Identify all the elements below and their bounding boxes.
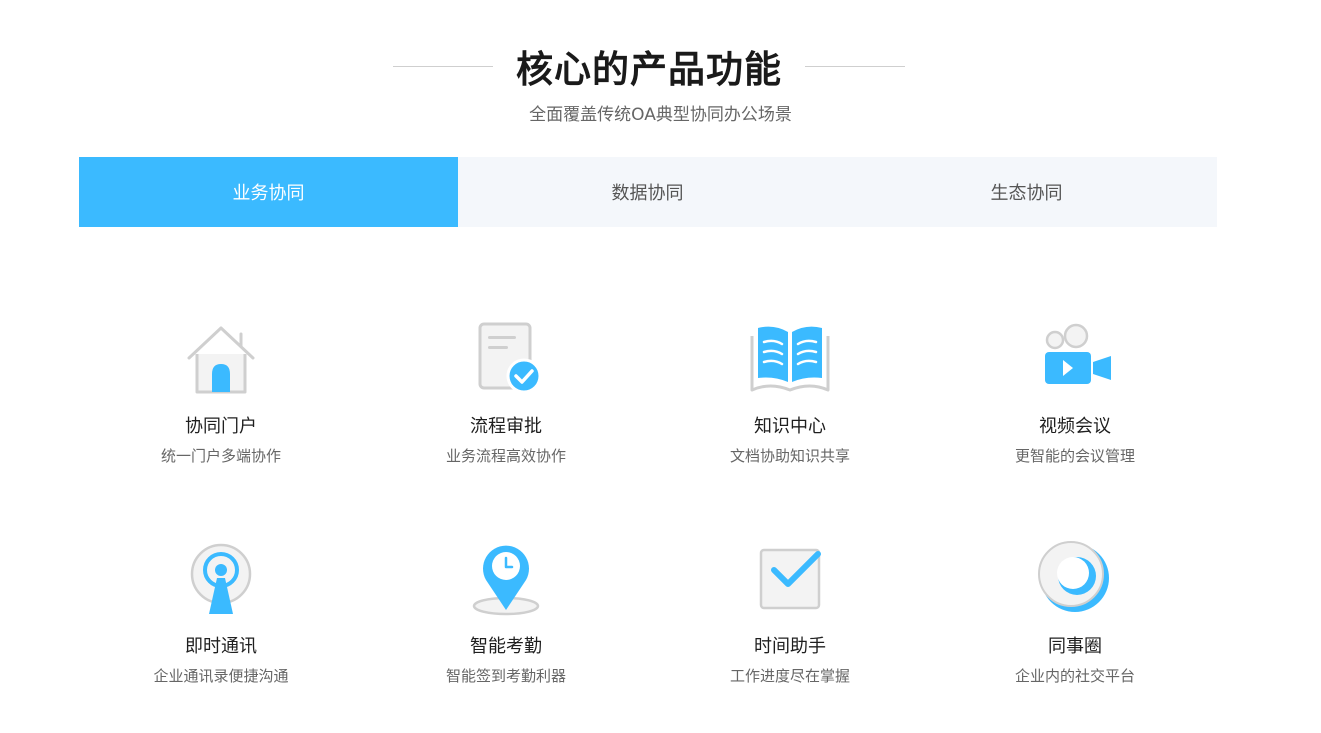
- feature-desc: 更智能的会议管理: [1014, 447, 1135, 465]
- feature-title: 即时通讯: [185, 636, 257, 657]
- feature-approval[interactable]: 流程审批 业务流程高效协作: [364, 320, 648, 466]
- feature-title: 时间助手: [754, 636, 826, 657]
- tab-ecosystem[interactable]: 生态协同: [837, 157, 1216, 227]
- open-book-icon: [748, 320, 832, 396]
- feature-desc: 企业内的社交平台: [1014, 667, 1135, 685]
- title-row: 核心的产品功能: [393, 42, 905, 91]
- tab-bar: 业务协同 数据协同 生态协同: [79, 157, 1217, 227]
- feature-knowledge[interactable]: 知识中心 文档协助知识共享: [648, 320, 932, 466]
- house-icon: [179, 320, 263, 396]
- feature-desc: 企业通讯录便捷沟通: [153, 667, 289, 685]
- section-header: 核心的产品功能 全面覆盖传统OA典型协同办公场景: [0, 0, 1321, 140]
- feature-desc: 统一门户多端协作: [160, 447, 281, 465]
- feature-desc: 智能签到考勤利器: [445, 667, 566, 685]
- feature-time-assistant[interactable]: 时间助手 工作进度尽在掌握: [648, 540, 932, 686]
- feature-title: 同事圈: [1048, 636, 1102, 657]
- feature-video-meeting[interactable]: 视频会议 更智能的会议管理: [933, 320, 1217, 466]
- feature-title: 协同门户: [185, 416, 257, 437]
- feature-attendance[interactable]: 智能考勤 智能签到考勤利器: [364, 540, 648, 686]
- feature-title: 知识中心: [754, 416, 826, 437]
- page-title: 核心的产品功能: [516, 48, 782, 91]
- page-subtitle: 全面覆盖传统OA典型协同办公场景: [529, 105, 792, 125]
- checkbox-icon: [748, 540, 832, 616]
- feature-desc: 业务流程高效协作: [445, 447, 566, 465]
- title-divider-right: [805, 65, 905, 67]
- feature-instant-messaging[interactable]: 即时通讯 企业通讯录便捷沟通: [79, 540, 363, 686]
- location-clock-icon: [464, 540, 548, 616]
- feature-colleague-circle[interactable]: 同事圈 企业内的社交平台: [933, 540, 1217, 686]
- video-camera-icon: [1033, 320, 1117, 396]
- feature-title: 流程审批: [470, 416, 542, 437]
- title-divider-left: [393, 65, 493, 67]
- approval-document-icon: [464, 320, 548, 396]
- feature-desc: 文档协助知识共享: [729, 447, 850, 465]
- tab-business[interactable]: 业务协同: [79, 157, 458, 227]
- feature-title: 智能考勤: [470, 636, 542, 657]
- broadcast-tower-icon: [179, 540, 263, 616]
- tab-data[interactable]: 数据协同: [458, 157, 837, 227]
- feature-title: 视频会议: [1039, 416, 1111, 437]
- feature-portal[interactable]: 协同门户 统一门户多端协作: [79, 320, 363, 466]
- circle-ring-icon: [1033, 540, 1117, 616]
- feature-desc: 工作进度尽在掌握: [729, 667, 850, 685]
